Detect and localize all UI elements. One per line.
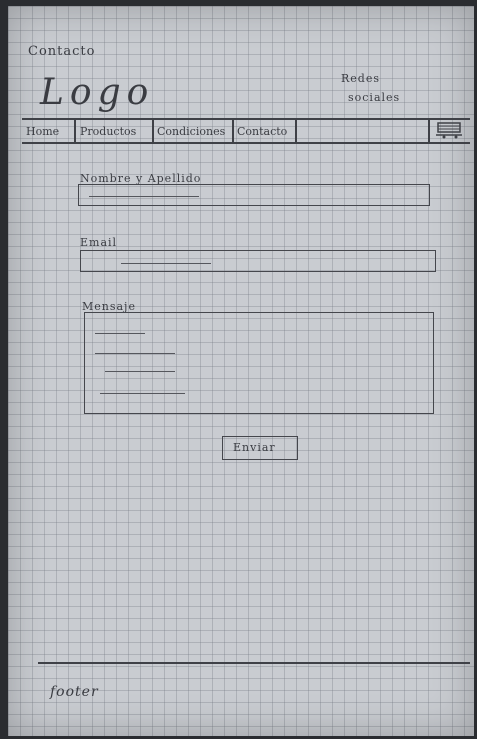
message-placeholder-scribble	[105, 371, 175, 372]
message-textarea[interactable]	[84, 312, 434, 414]
nav-item-condiciones[interactable]: Condiciones	[157, 125, 225, 138]
email-field[interactable]	[80, 250, 436, 272]
submit-button-label: Enviar	[233, 441, 276, 454]
nav-divider	[428, 118, 430, 142]
message-placeholder-scribble	[95, 353, 175, 354]
message-placeholder-scribble	[100, 393, 185, 394]
page-header-label: Contacto	[28, 44, 96, 59]
message-placeholder-scribble	[95, 333, 145, 334]
cart-icon[interactable]	[434, 120, 464, 140]
nav-divider	[295, 120, 297, 142]
nav-divider	[152, 120, 154, 142]
nav-item-productos[interactable]: Productos	[80, 125, 136, 138]
submit-button[interactable]: Enviar	[222, 436, 298, 460]
social-networks-line1: Redes	[341, 72, 380, 85]
sketch-paper: Contacto Logo Redes sociales Home Produc…	[8, 6, 474, 736]
logo: Logo	[40, 72, 155, 113]
nav-top-line	[22, 118, 470, 120]
nav-divider	[232, 120, 234, 142]
email-label: Email	[80, 236, 118, 249]
name-field[interactable]	[78, 184, 430, 206]
nav-item-contacto[interactable]: Contacto	[237, 125, 287, 138]
nav-item-home[interactable]: Home	[26, 125, 59, 138]
email-placeholder-scribble	[121, 263, 211, 264]
nav-bottom-line	[22, 142, 470, 144]
name-placeholder-scribble	[89, 196, 199, 197]
nav-divider	[74, 120, 76, 142]
footer-label: footer	[50, 684, 99, 700]
social-networks-line2: sociales	[348, 91, 401, 104]
footer-divider	[38, 662, 470, 664]
